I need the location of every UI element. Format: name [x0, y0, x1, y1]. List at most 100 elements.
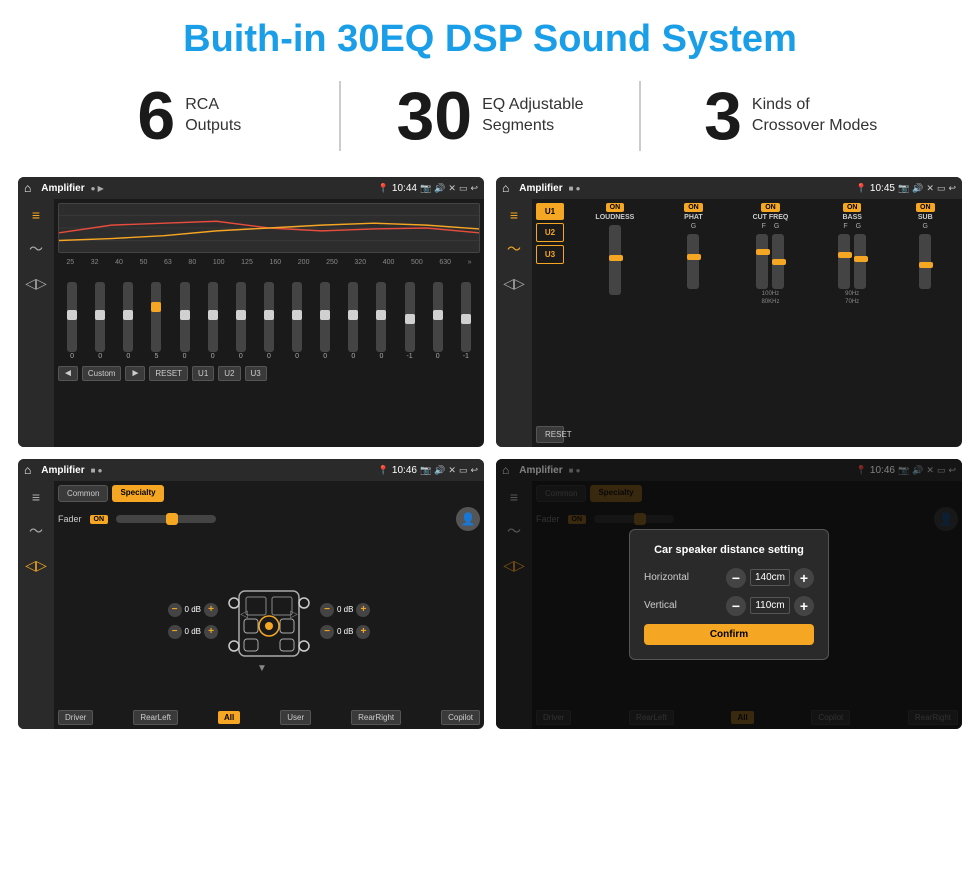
eq-slider-2[interactable]: 0 [123, 282, 133, 360]
eq-slider-0[interactable]: 0 [67, 282, 77, 360]
u3-btn-2[interactable]: U3 [536, 245, 564, 264]
driver-btn-3[interactable]: Driver [58, 710, 93, 725]
eq-slider-8[interactable]: 0 [292, 282, 302, 360]
cutfreq-slider-f[interactable] [756, 234, 768, 289]
x-icon-1: ✕ [448, 183, 456, 194]
next-arrow-btn[interactable]: ► [125, 366, 145, 381]
phat-on[interactable]: ON [684, 203, 703, 212]
eq-slider-13[interactable]: 0 [433, 282, 443, 360]
speaker-layout: − 0 dB + − 0 dB + [58, 536, 480, 705]
sub-slider[interactable] [919, 234, 931, 289]
bass-slider-f[interactable] [838, 234, 850, 289]
db-plus-tl[interactable]: + [204, 603, 218, 617]
loudness-label: LOUDNESS [595, 214, 634, 221]
confirm-button[interactable]: Confirm [644, 624, 814, 645]
screen1-main: 2532405063 80100125160200 25032040050063… [54, 199, 484, 447]
eq-icon-2[interactable]: ≡ [510, 207, 518, 223]
db-ctrl-tr: − 0 dB + [320, 603, 370, 617]
more-icon[interactable]: » [468, 259, 472, 266]
home-icon-2[interactable]: ⌂ [502, 181, 509, 195]
eq-slider-12[interactable]: -1 [405, 282, 415, 360]
eq-slider-11[interactable]: 0 [376, 282, 386, 360]
loudness-slider[interactable] [609, 225, 621, 295]
top-tabs-3: Common Specialty [58, 485, 480, 502]
profile-icon-3[interactable]: 👤 [456, 507, 480, 531]
u1-btn-2[interactable]: U1 [536, 203, 564, 220]
volume-icon-1[interactable]: ◁▷ [25, 275, 47, 292]
x-icon-2: ✕ [926, 183, 934, 194]
vertical-minus-btn[interactable]: − [726, 596, 746, 616]
all-btn-3[interactable]: All [218, 711, 240, 724]
volume-icon-3[interactable]: ◁▷ [25, 557, 47, 574]
bass-slider-g[interactable] [854, 234, 866, 289]
eq-icon-1[interactable]: ≡ [32, 207, 40, 223]
db-plus-bl[interactable]: + [204, 625, 218, 639]
phat-slider[interactable] [687, 234, 699, 289]
tab-common-3[interactable]: Common [58, 485, 108, 502]
rearleft-btn-3[interactable]: RearLeft [133, 710, 178, 725]
eq-slider-14[interactable]: -1 [461, 282, 471, 360]
wave-icon-2[interactable]: 〜 [507, 239, 521, 259]
x-icon-3: ✕ [448, 465, 456, 476]
rearright-btn-3[interactable]: RearRight [351, 710, 401, 725]
volume-icon-2[interactable]: ◁▷ [503, 275, 525, 292]
horizontal-minus-btn[interactable]: − [726, 568, 746, 588]
cutfreq-slider-g[interactable] [772, 234, 784, 289]
vertical-plus-btn[interactable]: + [794, 596, 814, 616]
eq-graph [58, 203, 480, 253]
prev-arrow-btn[interactable]: ◄ [58, 366, 78, 381]
reset-btn-2[interactable]: RESET [536, 426, 564, 443]
sub-on[interactable]: ON [916, 203, 935, 212]
eq-icon-3[interactable]: ≡ [32, 489, 40, 505]
left-sidebar-2: ≡ 〜 ◁▷ [496, 199, 532, 447]
reset-btn-1[interactable]: RESET [149, 366, 188, 381]
db-minus-tl[interactable]: − [168, 603, 182, 617]
copilot-btn-3[interactable]: Copilot [441, 710, 480, 725]
loudness-on[interactable]: ON [606, 203, 625, 212]
vol-icon-2: 🔊 [912, 183, 923, 194]
cutfreq-label: CUT FREQ [753, 214, 789, 221]
eq-slider-4[interactable]: 0 [180, 282, 190, 360]
eq-slider-6[interactable]: 0 [236, 282, 246, 360]
stat-number-30: 30 [396, 82, 472, 150]
db-plus-tr[interactable]: + [356, 603, 370, 617]
u1-btn-1[interactable]: U1 [192, 366, 214, 381]
u2-btn-2[interactable]: U2 [536, 223, 564, 242]
tab-specialty-3[interactable]: Specialty [112, 485, 163, 502]
back-icon-1[interactable]: ↩ [470, 183, 478, 194]
wave-icon-3[interactable]: 〜 [29, 521, 43, 541]
eq-slider-3[interactable]: 5 [151, 282, 161, 360]
screen-2: ⌂ Amplifier ■ ● 📍 10:45 📷 🔊 ✕ ▭ ↩ ≡ 〜 ◁▷ [496, 177, 962, 447]
horizontal-label: Horizontal [644, 572, 689, 583]
eq-slider-9[interactable]: 0 [320, 282, 330, 360]
db-minus-tr[interactable]: − [320, 603, 334, 617]
user-btn-3[interactable]: User [280, 710, 311, 725]
bass-col: ON BASS FG 90Hz 70Hz [838, 203, 866, 443]
fader-track[interactable] [116, 515, 216, 523]
u3-btn-1[interactable]: U3 [245, 366, 267, 381]
u2-btn-1[interactable]: U2 [218, 366, 240, 381]
wave-icon-1[interactable]: 〜 [29, 239, 43, 259]
db-ctrl-bl: − 0 dB + [168, 625, 218, 639]
db-plus-br[interactable]: + [356, 625, 370, 639]
screen-1: ⌂ Amplifier ● ▶ 📍 10:44 📷 🔊 ✕ ▭ ↩ ≡ 〜 ◁▷ [18, 177, 484, 447]
eq-slider-1[interactable]: 0 [95, 282, 105, 360]
custom-label-btn[interactable]: Custom [82, 366, 122, 381]
svg-text:▼: ▼ [257, 663, 267, 671]
right-db-controls: − 0 dB + − 0 dB + [320, 603, 370, 639]
back-icon-3[interactable]: ↩ [470, 465, 478, 476]
screen2-content: ≡ 〜 ◁▷ U1 U2 U3 RESET ON [496, 199, 962, 447]
db-minus-bl[interactable]: − [168, 625, 182, 639]
back-icon-2[interactable]: ↩ [948, 183, 956, 194]
fader-on-badge[interactable]: ON [90, 515, 109, 524]
eq-slider-10[interactable]: 0 [348, 282, 358, 360]
home-icon-3[interactable]: ⌂ [24, 463, 31, 477]
left-db-controls: − 0 dB + − 0 dB + [168, 603, 218, 639]
cutfreq-on[interactable]: ON [761, 203, 780, 212]
horizontal-plus-btn[interactable]: + [794, 568, 814, 588]
home-icon-1[interactable]: ⌂ [24, 181, 31, 195]
bass-on[interactable]: ON [843, 203, 862, 212]
eq-slider-5[interactable]: 0 [208, 282, 218, 360]
db-minus-br[interactable]: − [320, 625, 334, 639]
eq-slider-7[interactable]: 0 [264, 282, 274, 360]
